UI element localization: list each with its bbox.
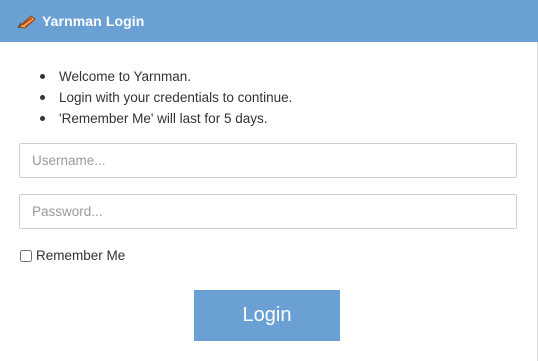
info-item-credentials: Login with your credentials to continue. [39, 87, 292, 108]
remember-me-field[interactable]: Remember Me [19, 248, 125, 263]
password-input[interactable] [19, 194, 517, 229]
page-title: Yarnman Login [42, 13, 145, 29]
info-item-welcome: Welcome to Yarnman. [39, 66, 292, 87]
yarn-ball-icon [17, 13, 37, 29]
remember-me-label: Remember Me [36, 248, 126, 263]
info-item-remember: 'Remember Me' will last for 5 days. [39, 108, 292, 129]
login-header: Yarnman Login [0, 0, 538, 42]
info-list: Welcome to Yarnman. Login with your cred… [39, 66, 292, 129]
login-panel: Welcome to Yarnman. Login with your cred… [0, 42, 538, 361]
username-input[interactable] [19, 143, 517, 178]
login-button[interactable]: Login [194, 290, 340, 341]
remember-me-checkbox[interactable] [20, 249, 32, 262]
